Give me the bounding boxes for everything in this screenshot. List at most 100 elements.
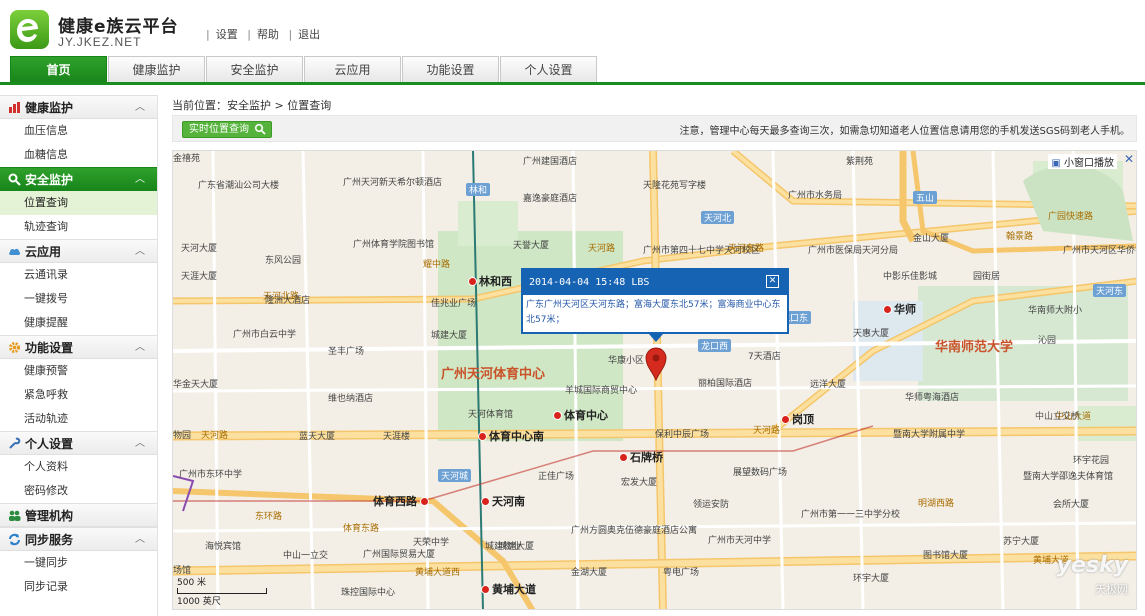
logo[interactable] [10,10,49,49]
map-poi: 广州市第一一三中学分校 [801,510,901,520]
sidebar-item-one-key-sync[interactable]: 一键同步 [0,551,157,575]
main-content: 当前位置：安全监护 > 位置查询 实时位置查询 注意，管理中心每天最多查询三次，… [172,95,1137,616]
map-poi: 海悦宾馆 [205,542,242,552]
sidebar-item-contacts[interactable]: 云通讯录 [0,263,157,287]
sidebar-group-cloud[interactable]: 云应用 ︿ [0,239,157,263]
sidebar-item-track-query[interactable]: 轨迹查询 [0,215,157,239]
sidebar-item-blood-pressure[interactable]: 血压信息 [0,119,157,143]
map-road-name: 天河路 [201,431,229,441]
map-poi: 天河体育馆 [468,410,514,420]
tab-personal-settings[interactable]: 个人设置 [500,56,597,83]
gear-icon [9,342,20,353]
search-icon [254,123,266,135]
sidebar-group-safety[interactable]: 安全监护 ︿ [0,167,157,191]
chevron-up-icon[interactable]: ︿ [135,432,145,456]
sidebar-item-location-query[interactable]: 位置查询 [0,191,157,215]
map-road-name: 广园快速路 [1048,212,1094,222]
map-poi: 广州市东环中学 [179,470,243,480]
chevron-up-icon[interactable]: ︿ [135,336,145,360]
sidebar-group-personal[interactable]: 个人设置 ︿ [0,431,157,455]
mini-window-icon: ▣ [1051,158,1061,169]
map-poi: 广州建国酒店 [523,157,578,167]
map-road-name: 明湖西路 [918,499,955,509]
header: 健康e族云平台 JY.JKEZ.NET | 设置 | 帮助 | 退出 [0,0,1145,56]
map-poi: 天涯大厦 [181,272,218,282]
map-poi: 广东省潮汕公司大楼 [198,181,280,191]
sidebar-item-health-warning[interactable]: 健康预警 [0,359,157,383]
scale-metric: 500 米 [177,578,207,588]
query-notice: 注意，管理中心每天最多查询三次，如需急切知道老人位置信息请用您的手机发送SGS码… [679,126,1130,137]
watermark: yesky [1056,553,1128,578]
sidebar-group-label: 云应用 [25,245,62,259]
map-poi: 天涯楼 [383,432,411,442]
station-label: 体育西路 [373,495,417,508]
station-label: 岗顶 [792,413,814,426]
close-icon[interactable]: ✕ [766,275,779,288]
settings-link[interactable]: 设置 [216,28,238,41]
nav-underline [0,82,1145,85]
help-link[interactable]: 帮助 [257,28,279,41]
realtime-location-label: 实时位置查询 [189,124,249,135]
map-road-name: 黄埔大道西 [415,568,461,578]
map-road-label: 天河城 [438,469,472,482]
map-poi: 蓝天大厦 [299,432,336,442]
sidebar-item-blood-sugar[interactable]: 血糖信息 [0,143,157,167]
chevron-up-icon[interactable]: ︿ [135,96,145,120]
map-poi: 正佳广场 [538,472,575,482]
tab-safety-monitor[interactable]: 安全监护 [206,56,303,83]
map-view[interactable]: 林和西 体育中心 体育中心南 石牌桥 岗顶 华师 体育西路 天河南 黄埔大道 广… [172,150,1137,610]
map-poi: 园街居 [973,272,1001,282]
map-poi: 华南师大附小 [1028,306,1083,316]
tab-health-monitor[interactable]: 健康监护 [108,56,205,83]
popup-header: 2014-04-04 15:48 LBS ✕ [523,270,787,295]
sidebar-item-sync-records[interactable]: 同步记录 [0,575,157,599]
top-links: | 设置 | 帮助 | 退出 [206,28,321,41]
sidebar-group-sync[interactable]: 同步服务 ︿ [0,527,157,551]
chevron-up-icon[interactable]: ︿ [135,168,145,192]
popup-address: 广东广州天河区天河东路；富海大厦东北57米；富海商业中心东北57米； [526,300,781,325]
sidebar-item-password[interactable]: 密码修改 [0,479,157,503]
sidebar-item-health-reminder[interactable]: 健康提醒 [0,311,157,335]
map-road-label: 五山 [913,191,938,204]
map-poi: 保利中辰广场 [655,430,710,440]
chevron-up-icon[interactable]: ︿ [135,528,145,552]
sidebar-group-health[interactable]: 健康监护 ︿ [0,95,157,119]
mini-window-toggle[interactable]: ▣ 小窗口播放 [1048,154,1117,169]
sidebar-item-activity-track[interactable]: 活动轨迹 [0,407,157,431]
sidebar-group-label: 个人设置 [25,437,74,451]
logout-link[interactable]: 退出 [298,28,320,41]
map-road-name: 耀中路 [423,260,451,270]
tab-function-settings[interactable]: 功能设置 [402,56,499,83]
map-poi: 中山立交桥 [1035,412,1081,422]
tab-cloud-apps[interactable]: 云应用 [304,56,401,83]
realtime-location-button[interactable]: 实时位置查询 [182,121,272,138]
sidebar-item-profile[interactable]: 个人资料 [0,455,157,479]
map-poi: 隆洲大酒店 [265,296,311,306]
sidebar-group-functions[interactable]: 功能设置 ︿ [0,335,157,359]
map-poi: 暨南大学邵逸夫体育馆 [1023,472,1114,482]
map-poi: 佳兆业广场 [431,299,477,309]
sidebar-item-emergency-call[interactable]: 紧急呼救 [0,383,157,407]
sidebar-group-institutions[interactable]: 管理机构 [0,503,157,527]
station-label: 天河南 [492,495,525,508]
map-road-name: 天河路 [588,244,616,254]
map-poi: 天隆花苑写字楼 [643,181,707,191]
map-poi: 中影乐佳影城 [883,272,938,282]
wrench-icon [9,437,21,449]
tab-home[interactable]: 首页 [10,56,107,83]
map-poi: 7天酒店 [748,352,781,362]
sidebar-item-one-key-dial[interactable]: 一键拨号 [0,287,157,311]
map-poi: 远洋大厦 [810,380,847,390]
chevron-up-icon[interactable]: ︿ [135,240,145,264]
sync-icon [9,533,20,546]
map-poi: 天誉大厦 [513,241,550,251]
map-poi: 领运安防 [693,500,730,510]
map-road-label: 林和 [466,183,491,196]
map-poi: 图书馆大厦 [923,551,969,561]
map-poi: 城建大厦 [431,331,468,341]
map-poi: 沁园 [1038,336,1057,346]
location-pin-icon[interactable] [645,347,667,381]
close-icon[interactable]: ✕ [1124,152,1134,166]
map-poi: 环宇花园 [1073,456,1110,466]
popup-timestamp: 2014-04-04 15:48 LBS [529,277,650,288]
